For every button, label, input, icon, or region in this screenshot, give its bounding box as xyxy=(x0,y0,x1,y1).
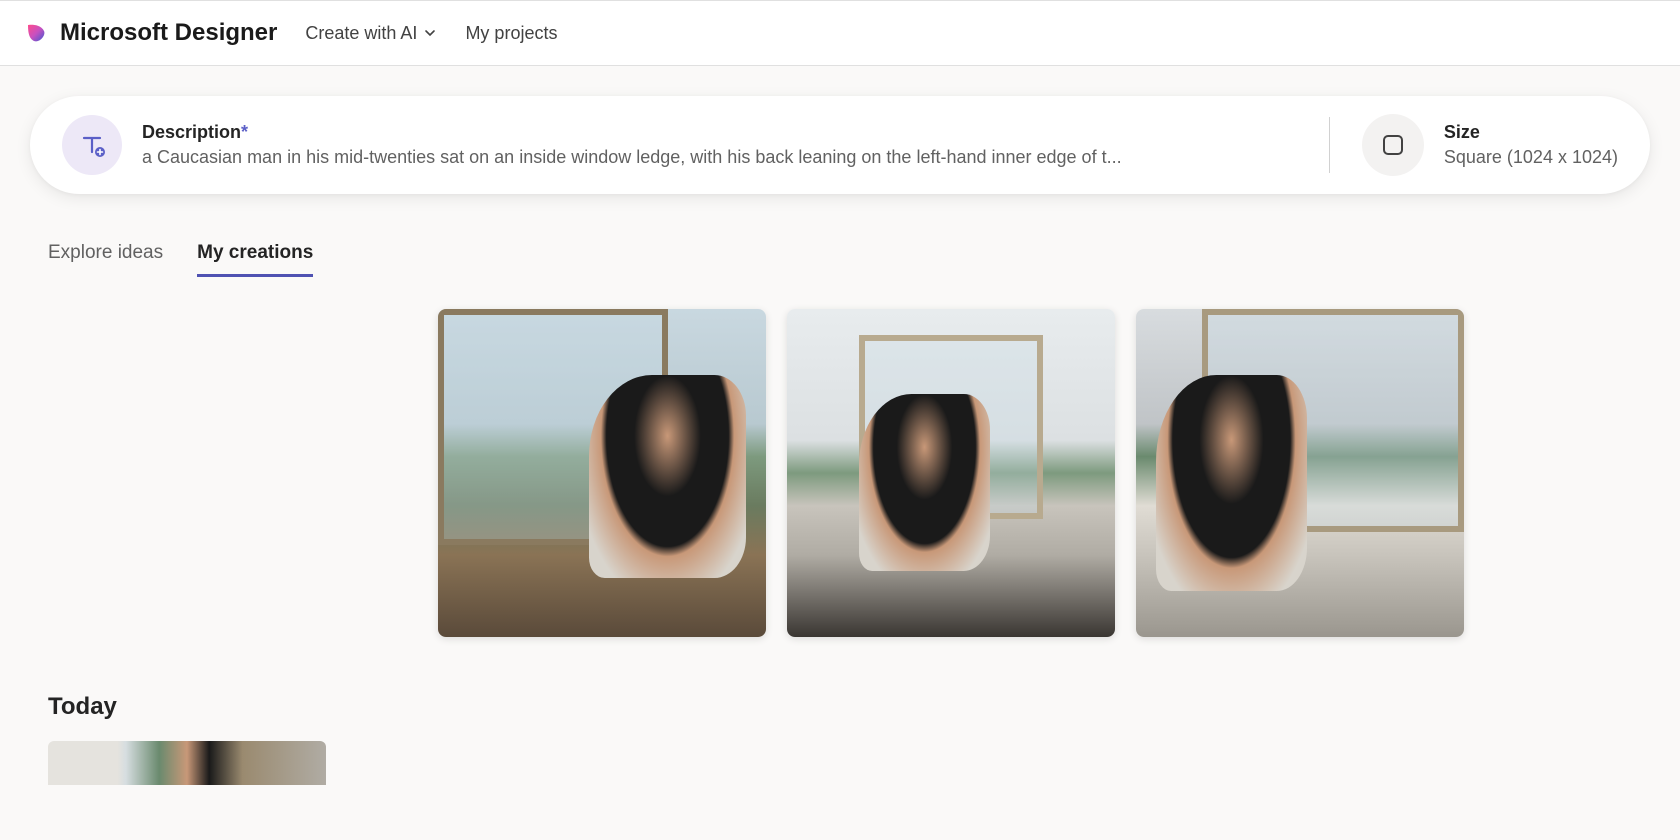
today-thumbnail-1[interactable] xyxy=(48,741,326,785)
results-gallery xyxy=(438,309,1632,637)
prompt-bar-container: Description* a Caucasian man in his mid-… xyxy=(0,66,1680,194)
tab-my-creations[interactable]: My creations xyxy=(197,242,313,277)
today-row xyxy=(48,741,1632,785)
square-size-icon xyxy=(1380,132,1406,158)
nav-create-with-ai-label: Create with AI xyxy=(305,23,417,44)
prompt-divider xyxy=(1329,117,1330,173)
description-label: Description* xyxy=(142,122,1297,143)
description-value: a Caucasian man in his mid-twenties sat … xyxy=(142,147,1297,168)
size-value: Square (1024 x 1024) xyxy=(1444,147,1618,168)
section-today-heading: Today xyxy=(48,693,1632,721)
designer-logo-icon xyxy=(24,21,48,45)
chevron-down-icon xyxy=(423,26,437,40)
nav-my-projects-label: My projects xyxy=(465,23,557,44)
description-text: Description* a Caucasian man in his mid-… xyxy=(142,122,1297,168)
size-section[interactable]: Size Square (1024 x 1024) xyxy=(1362,114,1618,176)
tab-explore-ideas[interactable]: Explore ideas xyxy=(48,242,163,277)
tabs: Explore ideas My creations xyxy=(48,242,1632,277)
size-text: Size Square (1024 x 1024) xyxy=(1444,122,1618,168)
description-label-text: Description xyxy=(142,122,241,142)
result-image-3[interactable] xyxy=(1136,309,1464,637)
main-content: Explore ideas My creations Today xyxy=(0,242,1680,785)
app-header: Microsoft Designer Create with AI My pro… xyxy=(0,0,1680,66)
size-icon-wrap xyxy=(1362,114,1424,176)
text-prompt-icon xyxy=(78,131,106,159)
required-asterisk: * xyxy=(241,122,248,142)
app-name: Microsoft Designer xyxy=(60,19,277,47)
description-icon-wrap xyxy=(62,115,122,175)
app-logo[interactable]: Microsoft Designer xyxy=(24,19,277,47)
result-image-2[interactable] xyxy=(787,309,1115,637)
nav-create-with-ai[interactable]: Create with AI xyxy=(305,23,437,44)
nav-my-projects[interactable]: My projects xyxy=(465,23,557,44)
description-section[interactable]: Description* a Caucasian man in his mid-… xyxy=(62,115,1297,175)
result-image-1[interactable] xyxy=(438,309,766,637)
prompt-bar: Description* a Caucasian man in his mid-… xyxy=(30,96,1650,194)
size-label: Size xyxy=(1444,122,1618,143)
